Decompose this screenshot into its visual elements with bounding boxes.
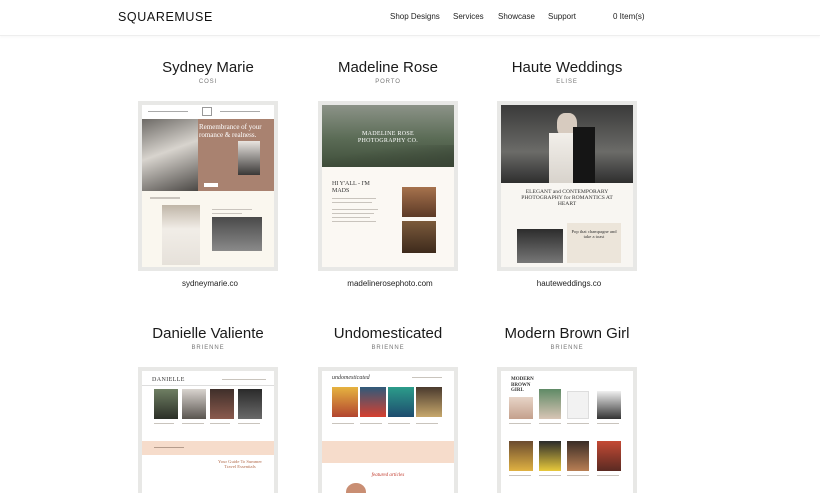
card-theme: BRIENNE bbox=[191, 345, 225, 351]
site-thumbnail[interactable]: Remembrance of your romance & realness. bbox=[138, 101, 278, 271]
thumb-headline: MADELINE ROSE PHOTOGRAPHY CO. bbox=[357, 131, 419, 144]
card-title: Danielle Valiente bbox=[152, 325, 264, 342]
thumb-aside: Pop that champagne and take a toast bbox=[571, 229, 617, 240]
nav-services[interactable]: Services bbox=[453, 12, 484, 21]
card-theme: ELISE bbox=[556, 79, 578, 85]
nav-shop-designs[interactable]: Shop Designs bbox=[390, 12, 440, 21]
thumb-aside: featured articles bbox=[371, 473, 405, 478]
card-title: Haute Weddings bbox=[511, 59, 623, 76]
card-theme: COSI bbox=[198, 79, 218, 85]
nav-support[interactable]: Support bbox=[548, 12, 576, 21]
thumb-masthead: DANIELLE bbox=[152, 377, 185, 383]
thumb-intro: HI Y'ALL - I'M MADS bbox=[332, 181, 370, 194]
showcase-card: Haute Weddings ELISE bbox=[477, 59, 657, 86]
site-header: SQUAREMUSE Shop Designs Services Showcas… bbox=[0, 0, 820, 36]
card-url-link[interactable]: madelinerosephoto.com bbox=[318, 279, 462, 288]
thumb-headline: Remembrance of your romance & realness. bbox=[199, 123, 262, 139]
card-url-link[interactable]: hauteweddings.co bbox=[497, 279, 641, 288]
card-title: Undomesticated bbox=[333, 325, 443, 342]
thumb-headline: ELEGANT and CONTEMPORARY PHOTOGRAPHY for… bbox=[521, 189, 613, 208]
thumb-masthead: MODERN BROWN GIRL bbox=[511, 377, 534, 393]
site-thumbnail[interactable]: DANIELLE Your Guide To Summer Travel Ess… bbox=[138, 367, 278, 493]
site-thumbnail[interactable]: MODERN BROWN GIRL bbox=[497, 367, 637, 493]
card-theme: BRIENNE bbox=[371, 345, 405, 351]
card-title: Madeline Rose bbox=[337, 59, 439, 76]
thumb-masthead: undomesticated bbox=[332, 375, 370, 381]
site-thumbnail[interactable]: undomesticated featured articles bbox=[318, 367, 458, 493]
showcase-card: Madeline Rose PORTO bbox=[298, 59, 478, 86]
site-thumbnail[interactable]: ELEGANT and CONTEMPORARY PHOTOGRAPHY for… bbox=[497, 101, 637, 271]
nav-showcase[interactable]: Showcase bbox=[498, 12, 535, 21]
showcase-card: Danielle Valiente BRIENNE bbox=[118, 325, 298, 352]
card-theme: PORTO bbox=[375, 79, 401, 85]
thumb-aside: Your Guide To Summer Travel Essentials bbox=[218, 459, 262, 470]
card-title: Sydney Marie bbox=[162, 59, 254, 76]
showcase-card: Sydney Marie COSI bbox=[118, 59, 298, 86]
showcase-card: Modern Brown Girl BRIENNE bbox=[477, 325, 657, 352]
site-thumbnail[interactable]: MADELINE ROSE PHOTOGRAPHY CO. HI Y'ALL -… bbox=[318, 101, 458, 271]
showcase-card: Undomesticated BRIENNE bbox=[298, 325, 478, 352]
cart-link[interactable]: 0 Item(s) bbox=[613, 12, 645, 21]
card-url-link[interactable]: sydneymarie.co bbox=[138, 279, 282, 288]
card-theme: BRIENNE bbox=[550, 345, 584, 351]
main-nav: Shop Designs Services Showcase Support bbox=[0, 12, 820, 26]
card-title: Modern Brown Girl bbox=[504, 325, 630, 342]
